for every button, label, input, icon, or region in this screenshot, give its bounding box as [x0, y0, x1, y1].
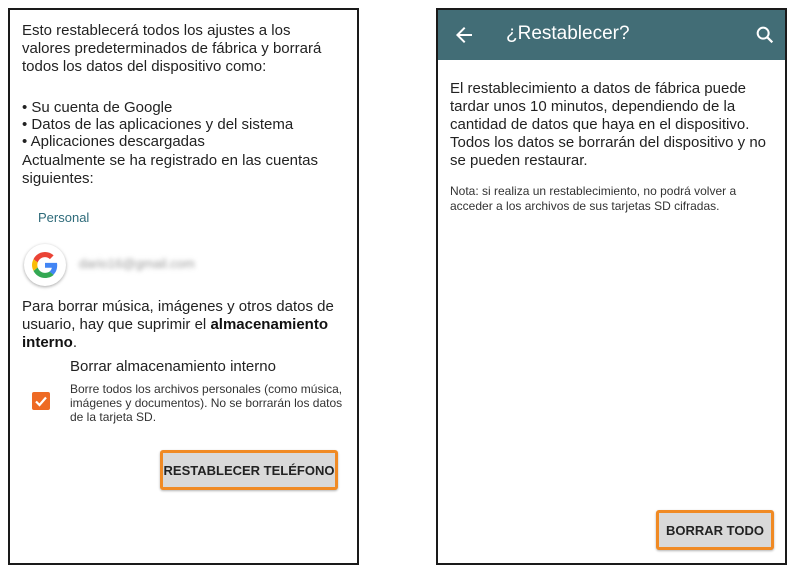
- erase-info-text: Para borrar música, imágenes y otros dat…: [22, 298, 352, 352]
- google-logo-icon: [24, 244, 66, 286]
- app-bar: ¿Restablecer?: [438, 10, 785, 60]
- list-item: Su cuenta de Google: [22, 99, 352, 116]
- checkbox-checked-icon[interactable]: [32, 392, 50, 410]
- account-email: dario16@gmail.com: [79, 256, 195, 271]
- internal-storage-description: Borre todos los archivos personales (com…: [70, 382, 343, 424]
- page-title: ¿Restablecer?: [506, 23, 630, 44]
- intro-text: Esto restablecerá todos los ajustes a lo…: [22, 22, 322, 75]
- section-label-personal: Personal: [38, 210, 90, 225]
- erase-all-button[interactable]: BORRAR TODO: [656, 510, 774, 550]
- erase-info-suffix: .: [72, 334, 78, 351]
- accounts-text: Actualmente se ha registrado en las cuen…: [22, 152, 319, 187]
- reset-phone-button[interactable]: RESTABLECER TELÉFONO: [160, 450, 338, 490]
- list-item: Datos de las aplicaciones y del sistema: [22, 116, 352, 133]
- right-screen: ¿Restablecer? El restablecimiento a dato…: [436, 8, 787, 565]
- sd-note-text: Nota: si realiza un restablecimiento, no…: [450, 184, 737, 213]
- back-arrow-icon[interactable]: [452, 23, 476, 47]
- data-list: Su cuenta de Google Datos de las aplicac…: [22, 99, 352, 150]
- account-row[interactable]: dario16@gmail.com: [24, 244, 344, 286]
- list-item: Aplicaciones descargadas: [22, 133, 352, 150]
- internal-storage-title: Borrar almacenamiento interno: [70, 358, 276, 375]
- search-icon[interactable]: [754, 24, 776, 46]
- reset-warning-text: El restablecimiento a datos de fábrica p…: [450, 80, 767, 169]
- left-screen: Esto restablecerá todos los ajustes a lo…: [8, 8, 359, 565]
